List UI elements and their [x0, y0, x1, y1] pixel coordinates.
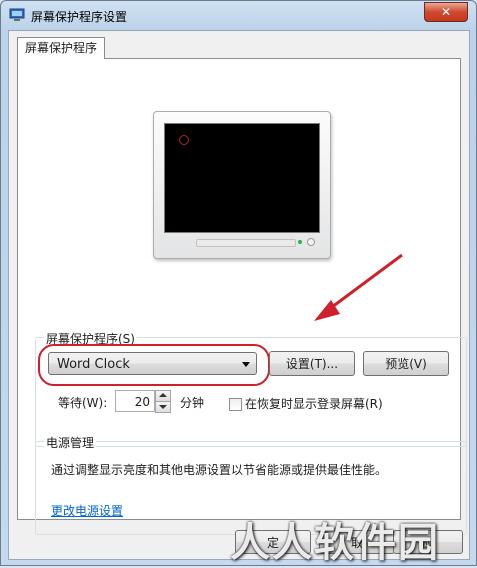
monitor-screen: [164, 123, 320, 233]
dialog-client-area: 屏幕保护程序 屏幕保护程序(S) Word Clock 设置(T)... 预览(…: [8, 30, 470, 560]
arrow-down-icon: [159, 405, 167, 409]
power-group-label: 电源管理: [44, 434, 97, 451]
spinner-down-button[interactable]: [155, 401, 171, 413]
power-description: 通过调整显示亮度和其他电源设置以节省能源或提供最佳性能。: [51, 463, 388, 477]
power-button-icon: [307, 238, 315, 246]
title-bar[interactable]: 屏幕保护程序设置 ✕: [1, 1, 476, 29]
screensaver-selected-value: Word Clock: [57, 357, 130, 372]
resume-logon-checkbox[interactable]: [229, 398, 242, 411]
dialog-window: 屏幕保护程序设置 ✕ 屏幕保护程序 屏幕保护程序(S) Word Clock 设…: [0, 0, 477, 566]
minutes-label: 分钟: [180, 396, 205, 410]
settings-button[interactable]: 设置(T)...: [269, 351, 355, 376]
monitor-preview: [153, 111, 331, 259]
wait-label: 等待(W):: [58, 396, 108, 410]
close-button[interactable]: ✕: [424, 2, 468, 22]
arrow-up-icon: [159, 393, 167, 397]
screensaver-app-icon: [9, 8, 25, 21]
chevron-down-icon: [242, 362, 250, 367]
window-title: 屏幕保护程序设置: [31, 10, 128, 24]
screensaver-group-label: 屏幕保护程序(S): [44, 330, 137, 347]
power-led-icon: [298, 240, 302, 244]
preview-button[interactable]: 预览(V): [363, 351, 449, 376]
change-power-settings-link[interactable]: 更改电源设置: [51, 502, 123, 519]
wait-minutes-input[interactable]: 20: [115, 390, 155, 412]
screensaver-dropdown[interactable]: Word Clock: [48, 352, 257, 375]
tab-screensaver[interactable]: 屏幕保护程序: [17, 37, 105, 59]
wait-spinner: [155, 390, 171, 413]
tab-panel: 屏幕保护程序(S) Word Clock 设置(T)... 预览(V) 等待(W…: [17, 58, 467, 535]
close-icon: ✕: [440, 5, 452, 19]
clock-icon: [179, 135, 189, 145]
watermark: 人人软件园: [230, 520, 440, 566]
resume-logon-label[interactable]: 在恢复时显示登录屏幕(R): [245, 395, 383, 412]
monitor-bezel-strip: [196, 239, 296, 247]
